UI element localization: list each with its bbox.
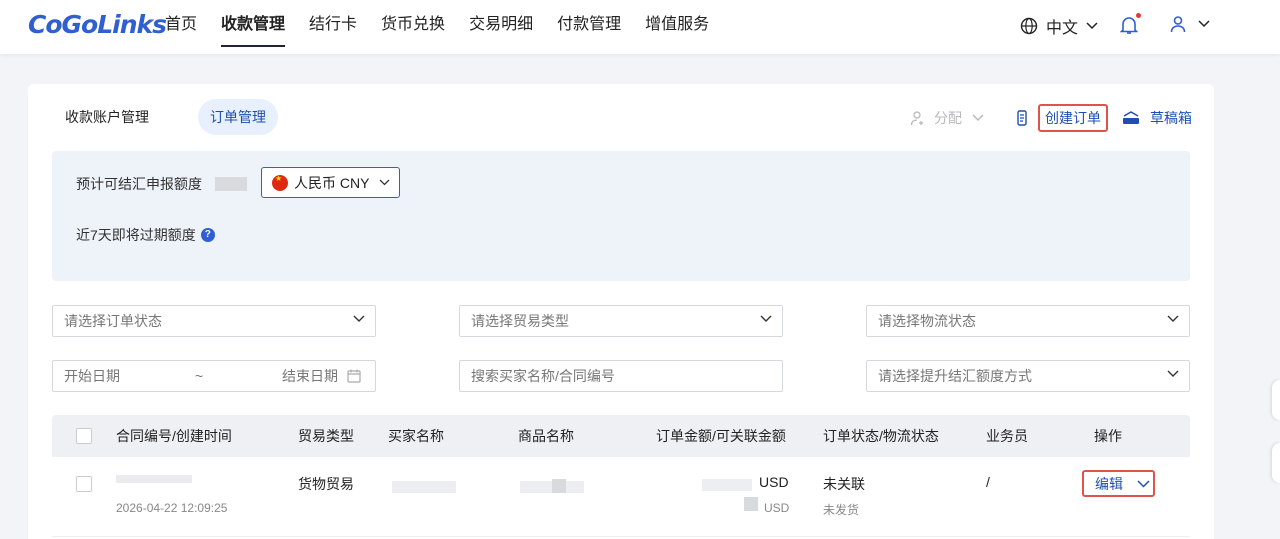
top-nav-bar: CoGoLinks 首页 收款管理 结行卡 货币兑换 交易明细 付款管理 增值服… <box>0 0 1280 54</box>
nav-item-value-added[interactable]: 增值服务 <box>645 0 709 54</box>
assign-button[interactable]: 分配 <box>910 108 984 128</box>
quota-amount-masked <box>215 177 247 191</box>
order-management-card: 收款账户管理 订单管理 分配 创建订单 草稿箱 预计可结汇申报额度 人民币 CN… <box>28 84 1214 539</box>
col-actions: 操作 <box>1094 428 1122 444</box>
trade-type-placeholder: 请选择贸易类型 <box>471 313 569 329</box>
trade-type-select[interactable]: 请选择贸易类型 <box>459 305 783 337</box>
chevron-down-icon <box>1167 315 1179 322</box>
nav-item-collection[interactable]: 收款管理 <box>221 0 286 54</box>
col-buyer: 买家名称 <box>388 428 444 444</box>
drafts-label: 草稿箱 <box>1150 110 1192 126</box>
buyer-name-masked <box>392 481 456 493</box>
main-nav: 首页 收款管理 结行卡 货币兑换 交易明细 付款管理 增值服务 <box>165 0 733 54</box>
currency-value: 人民币 CNY <box>294 174 370 191</box>
end-date-placeholder: 结束日期 <box>282 368 338 384</box>
order-status-placeholder: 请选择订单状态 <box>64 313 162 329</box>
col-status: 订单状态/物流状态 <box>823 428 939 444</box>
drafts-button[interactable]: 草稿箱 <box>1122 108 1192 128</box>
floating-side-button[interactable] <box>1272 443 1280 483</box>
create-order-button[interactable]: 创建订单 <box>1016 104 1108 132</box>
chevron-down-icon <box>1198 20 1210 28</box>
start-date-placeholder: 开始日期 <box>64 368 120 384</box>
notification-dot <box>1136 13 1141 18</box>
bell-icon <box>1119 17 1139 34</box>
drafts-tray-icon <box>1123 111 1139 124</box>
expiring-quota-label: 近7天即将过期额度 <box>76 227 196 243</box>
assign-user-icon <box>910 111 923 126</box>
chevron-down-icon <box>353 315 365 322</box>
user-icon <box>1170 16 1186 33</box>
document-icon <box>1017 110 1027 126</box>
logistics-status: 未发货 <box>823 503 860 517</box>
orders-table-header: 合同编号/创建时间 贸易类型 买家名称 商品名称 订单金额/可关联金额 订单状态… <box>52 415 1190 457</box>
contract-number-masked <box>116 475 192 483</box>
logistics-status-select[interactable]: 请选择物流状态 <box>866 305 1190 337</box>
chevron-down-icon <box>379 179 390 186</box>
created-time: 2026-04-22 12:09:25 <box>116 501 228 515</box>
nav-item-home[interactable]: 首页 <box>165 0 197 54</box>
amount-currency: USD <box>759 474 789 490</box>
chevron-down-icon[interactable] <box>1137 479 1150 488</box>
nav-item-currency-exchange[interactable]: 货币兑换 <box>381 0 445 54</box>
currency-select[interactable]: 人民币 CNY <box>261 167 400 198</box>
expected-quota-label: 预计可结汇申报额度 <box>76 176 202 192</box>
create-order-label: 创建订单 <box>1038 104 1108 132</box>
quota-panel: 预计可结汇申报额度 人民币 CNY 近7天即将过期额度 ? <box>52 151 1190 281</box>
select-all-checkbox[interactable] <box>76 428 92 444</box>
tab-collection-accounts[interactable]: 收款账户管理 <box>53 99 161 135</box>
notifications-button[interactable] <box>1119 13 1141 40</box>
linkable-amount-masked <box>744 497 758 511</box>
expiring-quota-row: 近7天即将过期额度 ? <box>76 225 215 245</box>
language-switcher[interactable]: 中文 <box>1020 14 1106 38</box>
order-status-select[interactable]: 请选择订单状态 <box>52 305 376 337</box>
chevron-down-icon <box>1086 22 1098 30</box>
product-name-masked <box>552 479 566 493</box>
chevron-down-icon <box>972 114 984 122</box>
chevron-down-icon <box>1167 370 1179 377</box>
nav-item-payments[interactable]: 付款管理 <box>557 0 621 54</box>
quota-method-placeholder: 请选择提升结汇额度方式 <box>878 368 1032 384</box>
row-checkbox[interactable] <box>76 476 92 492</box>
linkable-currency: USD <box>764 501 790 515</box>
edit-button[interactable]: 编辑 <box>1082 470 1155 497</box>
amount-masked <box>702 479 752 491</box>
help-icon[interactable]: ? <box>200 228 215 242</box>
nav-item-settlement-card[interactable]: 结行卡 <box>309 0 357 54</box>
date-range-separator: ~ <box>195 368 204 384</box>
col-trade-type: 贸易类型 <box>298 428 354 444</box>
quota-method-select[interactable]: 请选择提升结汇额度方式 <box>866 360 1190 392</box>
brand-logo[interactable]: CoGoLinks <box>28 10 167 39</box>
col-product: 商品名称 <box>518 428 574 444</box>
buyer-search-input[interactable]: 搜索买家名称/合同编号 <box>459 360 783 392</box>
china-flag-icon <box>272 174 288 191</box>
date-range-picker[interactable]: 开始日期 ~ 结束日期 <box>52 360 376 392</box>
nav-item-transactions[interactable]: 交易明细 <box>469 0 533 54</box>
edit-label: 编辑 <box>1095 475 1123 492</box>
chevron-down-icon <box>760 315 772 322</box>
table-row: 2026-04-22 12:09:25 货物贸易 USD USD 未关联 未发货… <box>52 457 1190 537</box>
salesperson-cell: / <box>986 474 990 490</box>
trade-type-cell: 货物贸易 <box>298 476 354 492</box>
col-contract: 合同编号/创建时间 <box>116 428 232 444</box>
language-label: 中文 <box>1046 20 1079 37</box>
account-menu[interactable] <box>1170 15 1210 33</box>
calendar-icon <box>347 369 361 383</box>
assign-label: 分配 <box>934 110 962 126</box>
logistics-status-placeholder: 请选择物流状态 <box>878 313 976 329</box>
floating-side-button[interactable] <box>1272 380 1280 420</box>
col-salesperson: 业务员 <box>986 428 1028 444</box>
tab-order-management[interactable]: 订单管理 <box>198 99 278 135</box>
globe-icon <box>1020 17 1038 35</box>
col-amount: 订单金额/可关联金额 <box>656 428 786 444</box>
order-status: 未关联 <box>823 476 865 492</box>
search-placeholder: 搜索买家名称/合同编号 <box>471 368 615 384</box>
